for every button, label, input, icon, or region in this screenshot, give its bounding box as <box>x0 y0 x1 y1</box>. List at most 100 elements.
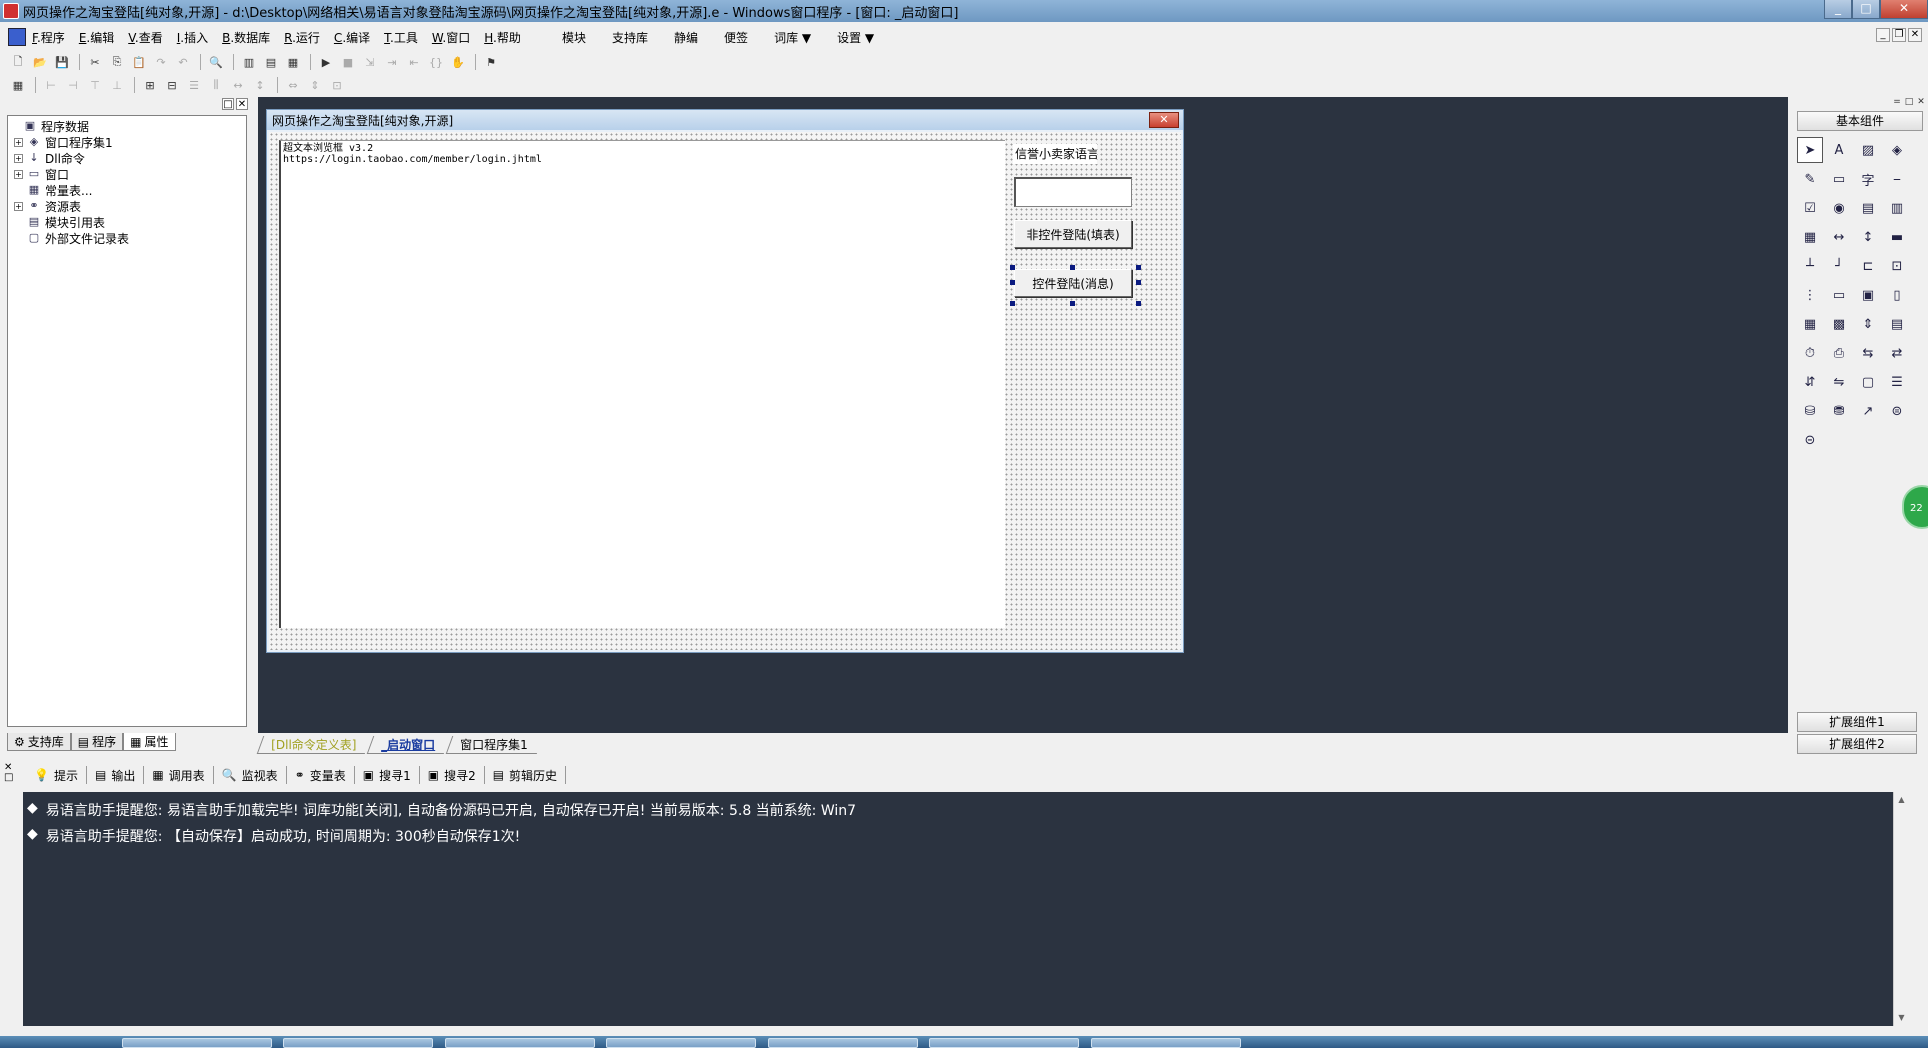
mdi-close-icon[interactable]: ✕ <box>1908 28 1922 42</box>
menu-item[interactable]: R.运行 <box>284 29 320 46</box>
menu-item-right[interactable]: 支持库 <box>612 29 648 46</box>
tab-window-assembly[interactable]: 窗口程序集1 <box>446 736 544 754</box>
run-icon[interactable]: ▶ <box>316 53 336 71</box>
paste-icon[interactable]: 📋 <box>129 53 149 71</box>
control-login-button[interactable]: 控件登陆(消息) <box>1014 269 1132 297</box>
cut-icon[interactable]: ✂ <box>85 53 105 71</box>
grid-icon[interactable]: ▦ <box>8 76 28 94</box>
clock-icon[interactable]: ⏱ <box>1797 340 1823 366</box>
tab-icon[interactable]: ⊡ <box>1884 253 1910 279</box>
status-icon[interactable]: ┘ <box>1826 253 1852 279</box>
tree-node[interactable]: + ⚭ 资源表 <box>8 198 246 214</box>
tree-node[interactable]: + ◈ 窗口程序集1 <box>8 134 246 150</box>
menu-item[interactable]: W.窗口 <box>432 29 470 46</box>
category-basic-components[interactable]: 基本组件 <box>1797 111 1923 131</box>
form-canvas[interactable]: 超文本浏览框 v3.2 https://login.taobao.com/mem… <box>269 132 1181 650</box>
shape-icon[interactable]: ◈ <box>1884 137 1910 163</box>
new-file-icon[interactable]: 🗋 <box>8 53 28 71</box>
arrow-pointer-icon[interactable]: ➤ <box>1797 137 1823 163</box>
output-scrollbar[interactable]: ▲ ▼ <box>1893 792 1909 1026</box>
fill-form-login-button[interactable]: 非控件登陆(填表) <box>1014 220 1132 248</box>
menu-item[interactable]: B.数据库 <box>222 29 270 46</box>
tab-search2[interactable]: ▣ 搜寻2 <box>420 766 485 784</box>
listbox-icon[interactable]: ▤ <box>1855 195 1881 221</box>
category-ext-components-1[interactable]: 扩展组件1 <box>1797 712 1917 732</box>
resize-handle[interactable] <box>1010 265 1015 270</box>
text-char-icon[interactable]: 字 <box>1855 166 1881 192</box>
tab-call-table[interactable]: ▦ 调用表 <box>144 766 214 784</box>
line-icon[interactable]: ⎯ <box>1884 166 1910 192</box>
serial-icon[interactable]: ⇋ <box>1826 369 1852 395</box>
app-menu-icon[interactable] <box>8 28 26 46</box>
toolbox-restore-icon[interactable]: □ <box>1904 98 1914 108</box>
taskbar-item[interactable] <box>283 1038 433 1048</box>
frame2-icon[interactable]: ▢ <box>1855 369 1881 395</box>
step-out-icon[interactable]: ⇤ <box>404 53 424 71</box>
folder-icon[interactable]: ▣ <box>1855 282 1881 308</box>
credit-label[interactable]: 信誉小卖家语言 <box>1013 144 1097 164</box>
tab-support-lib[interactable]: ⚙ 支持库 <box>7 733 71 751</box>
menu-item-right[interactable]: 词库 ▼ <box>774 29 811 46</box>
toolbar-icon[interactable]: ☰ <box>1884 369 1910 395</box>
db2-icon[interactable]: ⛃ <box>1826 398 1852 424</box>
align-left-icon[interactable]: ⊢ <box>41 76 61 94</box>
tab-program[interactable]: ▤ 程序 <box>70 733 124 751</box>
db-icon[interactable]: ⛁ <box>1797 398 1823 424</box>
find-icon[interactable]: 🔍 <box>206 53 226 71</box>
minimize-button[interactable]: _ <box>1824 0 1852 19</box>
helper-icon[interactable]: ⚑ <box>481 53 501 71</box>
menu-item[interactable]: C.编译 <box>334 29 370 46</box>
expand-icon[interactable]: + <box>14 137 23 147</box>
frame-icon[interactable]: ▭ <box>1826 166 1852 192</box>
form-designer-window[interactable]: 网页操作之淘宝登陆[纯对象,开源] ✕ 超文本浏览框 v3.2 https://… <box>266 109 1184 653</box>
step-over-icon[interactable]: ⇥ <box>382 53 402 71</box>
space-v-icon[interactable]: ⫼ <box>206 76 226 94</box>
size-w-icon[interactable]: ⇔ <box>283 76 303 94</box>
align-right-icon[interactable]: ⊣ <box>63 76 83 94</box>
menu-item[interactable]: H.帮助 <box>484 29 521 46</box>
progress-icon[interactable]: ▬ <box>1884 224 1910 250</box>
radio-icon[interactable]: ◉ <box>1826 195 1852 221</box>
tree-node[interactable]: ▤ 模块引用表 <box>8 214 246 230</box>
stop-icon[interactable]: ■ <box>338 53 358 71</box>
align-top-icon[interactable]: ⊤ <box>85 76 105 94</box>
menu-item-right[interactable]: 模块 <box>562 29 586 46</box>
size-h-icon[interactable]: ⇕ <box>305 76 325 94</box>
slider-icon[interactable]: ⊏ <box>1855 253 1881 279</box>
scroll-v-icon[interactable]: ↕ <box>1855 224 1881 250</box>
tree-node[interactable]: ▣ 程序数据 <box>8 118 246 134</box>
step-into-icon[interactable]: ⇲ <box>360 53 380 71</box>
tab-search1[interactable]: ▣ 搜寻1 <box>355 766 420 784</box>
taskbar-item[interactable] <box>606 1038 756 1048</box>
button-icon[interactable]: ▭ <box>1826 282 1852 308</box>
redo-icon[interactable]: ↷ <box>151 53 171 71</box>
layout3-icon[interactable]: ▦ <box>283 53 303 71</box>
menu-item[interactable]: I.插入 <box>177 29 208 46</box>
align-bottom-icon[interactable]: ⊥ <box>107 76 127 94</box>
category-ext-components-2[interactable]: 扩展组件2 <box>1797 734 1917 754</box>
resize-handle[interactable] <box>1010 301 1015 306</box>
odbc2-icon[interactable]: ⊝ <box>1797 427 1823 453</box>
taskbar-item[interactable] <box>768 1038 918 1048</box>
resize-handle[interactable] <box>1070 301 1075 306</box>
menu-item-right[interactable]: 静编 <box>674 29 698 46</box>
expand-icon[interactable]: + <box>14 153 23 163</box>
taskbar-item[interactable] <box>122 1038 272 1048</box>
tab-output[interactable]: ▤ 输出 <box>87 766 145 784</box>
copy-icon[interactable]: ⎘ <box>107 53 127 71</box>
maximize-button[interactable]: □ <box>1852 0 1880 19</box>
checkbox-icon[interactable]: ☑ <box>1797 195 1823 221</box>
mdi-restore-icon[interactable]: ❐ <box>1892 28 1906 42</box>
same-width-icon[interactable]: ↔ <box>228 76 248 94</box>
tab-properties[interactable]: ▦ 属性 <box>123 733 176 751</box>
scroll-h-icon[interactable]: ↔ <box>1826 224 1852 250</box>
menu-item[interactable]: E.编辑 <box>79 29 114 46</box>
image-list-icon[interactable]: ▩ <box>1826 311 1852 337</box>
taskbar-item[interactable] <box>929 1038 1079 1048</box>
doc-icon[interactable]: ▯ <box>1884 282 1910 308</box>
center-h-icon[interactable]: ⊞ <box>140 76 160 94</box>
web-browser-control[interactable]: 超文本浏览框 v3.2 https://login.taobao.com/mem… <box>279 140 1005 628</box>
chart-icon[interactable]: ↗ <box>1855 398 1881 424</box>
menu-item[interactable]: T.工具 <box>384 29 418 46</box>
tab-dll-definitions[interactable]: [Dll命令定义表] <box>256 736 372 754</box>
